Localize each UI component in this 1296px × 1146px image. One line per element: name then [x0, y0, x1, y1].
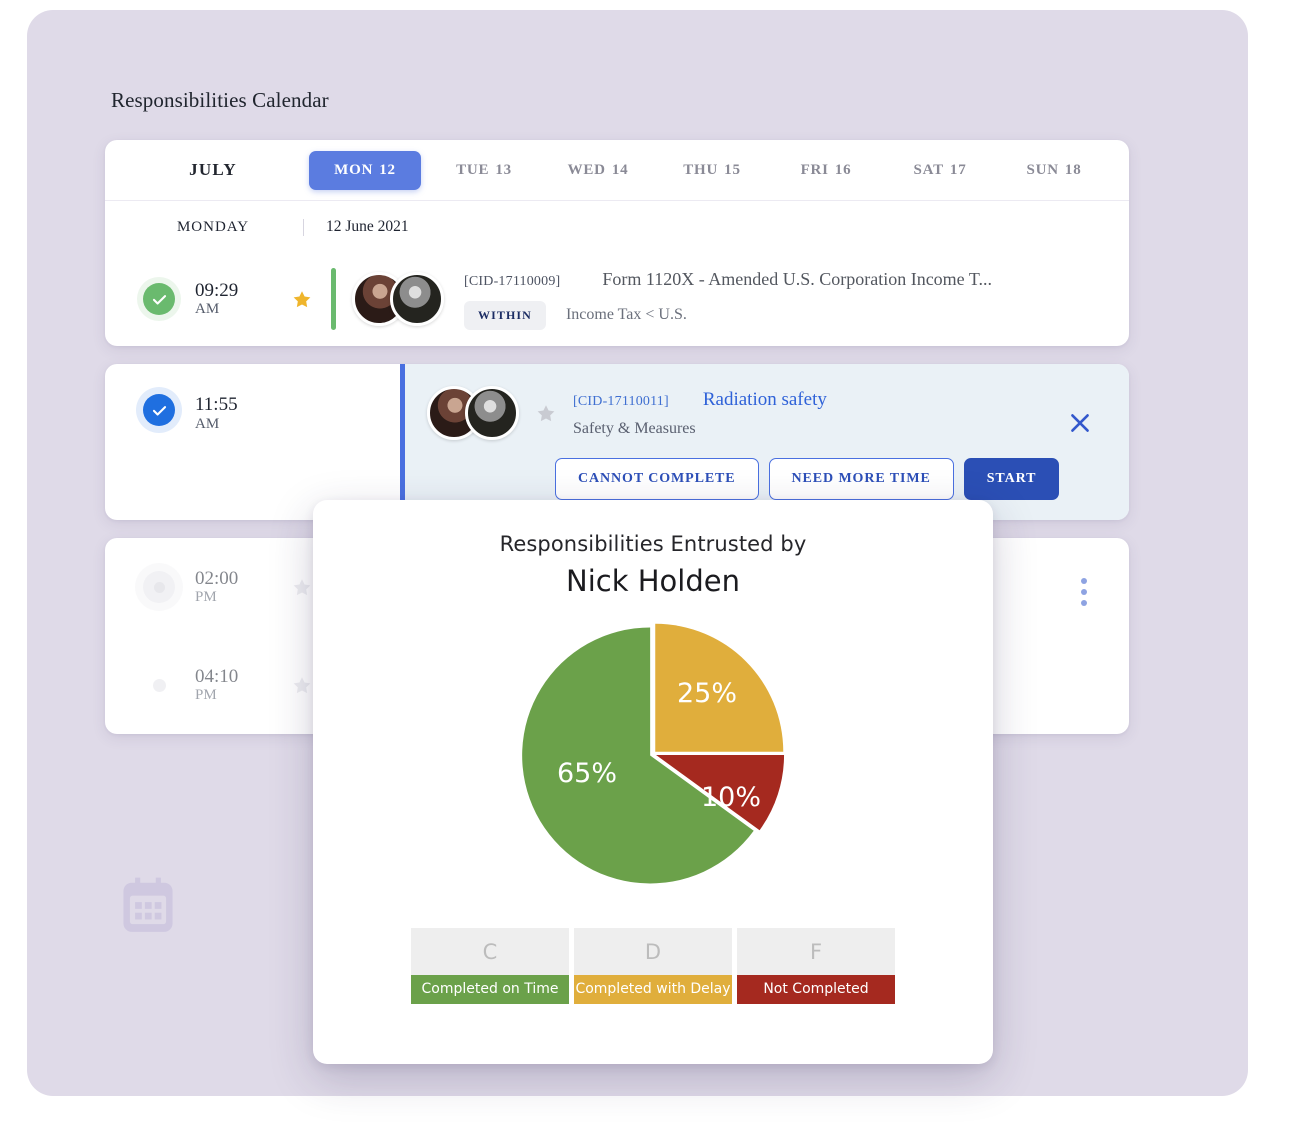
task-subtitle: Income Tax < U.S.	[565, 306, 687, 323]
task-details: [CID-17110009] Form 1120X - Amended U.S.…	[464, 269, 1129, 330]
selected-task-card: 11:55 AM [CID-17110011] Radiation safety	[105, 364, 1129, 520]
need-more-time-button[interactable]: NEED MORE TIME	[768, 458, 954, 500]
day-tab-fri-num: 16	[834, 161, 852, 178]
status-cell	[123, 394, 195, 426]
modal-header: Responsibilities Entrusted by Nick Holde…	[313, 500, 993, 598]
selected-task-details: [CID-17110011] Radiation safety Safety &…	[573, 389, 827, 438]
assignee-avatars[interactable]	[427, 386, 519, 440]
day-tab-sat[interactable]: SAT 17	[883, 151, 997, 190]
task-time-meridiem: AM	[195, 301, 220, 318]
day-tab-mon-num: 12	[379, 161, 396, 178]
day-tab-fri[interactable]: FRI 16	[769, 151, 883, 190]
legend-item-not-completed: F Not Completed	[737, 928, 895, 1004]
divider	[303, 218, 304, 236]
task-time: 02:00 PM	[195, 568, 291, 607]
legend-label-completed-on-time: Completed on Time	[411, 975, 569, 1004]
modal-subtitle: Responsibilities Entrusted by	[499, 532, 807, 556]
avatar	[465, 386, 519, 440]
legend-item-completed-with-delay: D Completed with Delay	[574, 928, 732, 1004]
day-tab-thu-name: THU	[683, 161, 719, 178]
day-tab-thu[interactable]: THU 15	[655, 151, 769, 190]
selected-task-panel: [CID-17110011] Radiation safety Safety &…	[400, 364, 1129, 520]
day-tab-tue-name: TUE	[456, 161, 490, 178]
week-header: JULY MON 12 TUE 13 WED 14 THU 15 FRI 16 SAT 17…	[105, 140, 1129, 201]
day-tab-tue-num: 13	[495, 161, 512, 178]
task-time-value: 09:29	[195, 279, 239, 301]
cannot-complete-button[interactable]: CANNOT COMPLETE	[555, 458, 759, 500]
status-cell	[123, 678, 195, 692]
task-cid: [CID-17110011]	[573, 393, 669, 409]
status-cell	[123, 571, 195, 603]
day-tab-tue[interactable]: TUE 13	[427, 151, 541, 190]
calendar-icon	[117, 875, 179, 937]
task-time-value: 02:00	[195, 567, 239, 589]
task-time-value: 04:10	[195, 665, 239, 687]
day-tab-sat-num: 17	[949, 161, 967, 178]
day-tab-mon-name: MON	[334, 161, 374, 178]
legend-item-completed-on-time: C Completed on Time	[411, 928, 569, 1004]
day-tab-wed[interactable]: WED 14	[541, 151, 655, 190]
row-menu-icon[interactable]	[1081, 578, 1087, 606]
task-title-link[interactable]: Radiation safety	[703, 389, 827, 411]
day-tab-fri-name: FRI	[800, 161, 829, 178]
task-cid: [CID-17110009]	[464, 273, 561, 289]
selected-date-row: MONDAY 12 June 2021	[105, 201, 1129, 253]
day-tab-wed-name: WED	[567, 161, 606, 178]
status-cell	[123, 283, 195, 315]
legend-label-not-completed: Not Completed	[737, 975, 895, 1004]
star-icon[interactable]	[291, 577, 313, 598]
legend-label-completed-with-delay: Completed with Delay	[574, 975, 732, 1004]
assignee-avatars[interactable]	[352, 272, 444, 326]
task-accent-bar	[331, 268, 336, 330]
page-title: Responsibilities Calendar	[111, 88, 329, 112]
status-active-icon[interactable]	[143, 394, 175, 426]
legend-grade-f: F	[737, 928, 895, 975]
pie-label-not-completed: 10%	[701, 782, 762, 813]
pie-label-completed-with-delay: 25%	[677, 678, 738, 709]
responsibilities-modal: Responsibilities Entrusted by Nick Holde…	[313, 500, 993, 1064]
day-tab-sun[interactable]: SUN 18	[997, 151, 1111, 190]
close-icon[interactable]	[1067, 410, 1093, 436]
legend-grade-c: C	[411, 928, 569, 975]
day-tab-thu-num: 15	[724, 161, 741, 178]
task-time: 04:10 PM	[195, 666, 291, 705]
selected-date-label: 12 June 2021	[326, 218, 409, 235]
day-tab-sat-name: SAT	[913, 161, 944, 178]
star-icon[interactable]	[291, 675, 313, 696]
modal-person-name: Nick Holden	[566, 564, 740, 598]
table-row[interactable]: 09:29 AM [CID-17110009] Form 1120X - Ame…	[105, 253, 1129, 345]
day-tab-wed-num: 14	[611, 161, 629, 178]
task-subtitle: Safety & Measures	[573, 419, 696, 437]
selected-task-body: [CID-17110011] Radiation safety Safety &…	[405, 364, 1129, 500]
chart-legend: C Completed on Time D Completed with Del…	[313, 928, 993, 1004]
pie-chart: 65% 25% 10%	[513, 620, 793, 890]
status-pending-icon[interactable]	[152, 678, 166, 692]
legend-grade-d: D	[574, 928, 732, 975]
avatar	[390, 272, 444, 326]
task-time-meridiem: PM	[195, 589, 217, 606]
task-time: 11:55 AM	[195, 394, 291, 433]
task-time: 09:29 AM	[195, 280, 291, 319]
pie-label-completed-on-time: 65%	[557, 758, 618, 789]
task-time-meridiem: PM	[195, 687, 217, 704]
task-action-buttons: CANNOT COMPLETE NEED MORE TIME START	[555, 458, 1129, 500]
status-badge: WITHIN	[464, 300, 546, 330]
day-tab-mon[interactable]: MON 12	[309, 150, 421, 190]
star-icon[interactable]	[535, 403, 557, 424]
day-tab-sun-num: 18	[1064, 161, 1082, 178]
day-of-week-label: MONDAY	[176, 218, 250, 235]
start-button[interactable]: START	[963, 458, 1060, 500]
task-time-value: 11:55	[195, 394, 238, 415]
task-time-meridiem: AM	[195, 415, 220, 432]
star-icon[interactable]	[291, 289, 313, 310]
task-title: Form 1120X - Amended U.S. Corporation In…	[602, 268, 993, 289]
month-label: JULY	[189, 160, 237, 179]
status-pending-icon[interactable]	[143, 571, 175, 603]
calendar-card: JULY MON 12 TUE 13 WED 14 THU 15 FRI 16 SAT 17…	[105, 140, 1129, 346]
status-completed-icon[interactable]	[143, 283, 175, 315]
day-tab-sun-name: SUN	[1026, 161, 1059, 178]
